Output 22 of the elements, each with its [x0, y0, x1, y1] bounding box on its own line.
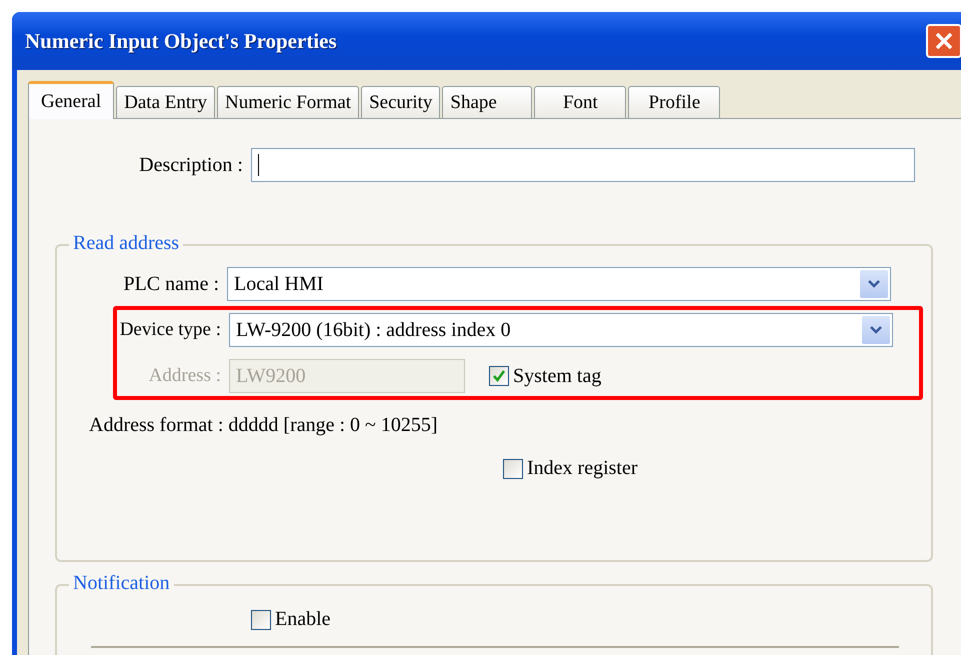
- address-format-text: Address format : ddddd [range : 0 ~ 10255]: [89, 414, 439, 437]
- field-label: Address :: [148, 365, 221, 387]
- enable-checkbox[interactable]: Enable: [251, 608, 331, 631]
- description-field[interactable]: [251, 148, 915, 182]
- window-title: Numeric Input Object's Properties: [25, 28, 337, 54]
- close-button[interactable]: [926, 24, 961, 58]
- tab[interactable]: Font: [534, 86, 626, 118]
- checkmark-icon: [491, 368, 507, 384]
- field-label: Description :: [138, 154, 243, 176]
- device-type-dropdown[interactable]: LW-9200 (16bit) : address index 0: [229, 313, 893, 347]
- tab[interactable]: Data Entry: [116, 86, 215, 118]
- tab[interactable]: Numeric Format: [216, 86, 360, 118]
- index-register-checkbox[interactable]: Index register: [503, 457, 638, 480]
- system-tag-checkbox[interactable]: System tag: [489, 364, 602, 388]
- field-label: Device type :: [118, 319, 221, 341]
- plc-name-dropdown[interactable]: Local HMI: [227, 267, 891, 301]
- tab[interactable]: Profile: [628, 86, 720, 118]
- tab[interactable]: Shape: [442, 86, 532, 118]
- close-icon: [933, 30, 955, 52]
- tab[interactable]: Security: [361, 86, 440, 118]
- field-label: PLC name :: [122, 272, 219, 296]
- tab[interactable]: General: [28, 81, 114, 119]
